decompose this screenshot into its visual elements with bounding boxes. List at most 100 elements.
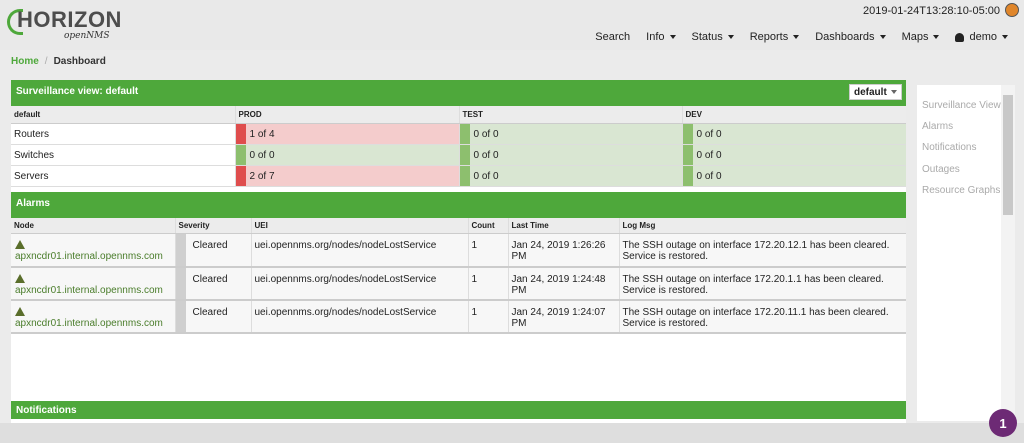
alarm-row[interactable]: apxncdr01.internal.opennms.com Cleared u… bbox=[11, 266, 906, 301]
sidebar-item-resource-graphs[interactable]: Resource Graphs bbox=[922, 185, 1000, 196]
sidebar-item-outages[interactable]: Outages bbox=[922, 164, 960, 175]
breadcrumb-separator: / bbox=[44, 56, 48, 67]
sidebar-scroll-thumb[interactable] bbox=[1003, 95, 1013, 215]
status-bar bbox=[682, 145, 693, 165]
alarm-node-link[interactable]: apxncdr01.internal.opennms.com bbox=[15, 251, 163, 262]
nav-search[interactable]: Search bbox=[587, 31, 638, 43]
surveillance-panel-header: Surveillance view: default default bbox=[11, 80, 906, 106]
status-bar bbox=[459, 145, 470, 165]
alarm-last-time: Jan 24, 2019 1:24:07 PM bbox=[508, 299, 620, 334]
sv-cell[interactable]: 1 of 4 bbox=[235, 123, 460, 145]
alarm-count: 1 bbox=[468, 266, 509, 301]
sv-row-label: Switches bbox=[11, 144, 236, 166]
caret-down-icon bbox=[879, 35, 886, 39]
sv-col-header: default bbox=[11, 106, 236, 124]
nav-reports[interactable]: Reports bbox=[742, 31, 808, 43]
alarms-col-header[interactable]: UEI bbox=[251, 218, 469, 234]
breadcrumb-home[interactable]: Home bbox=[11, 56, 39, 67]
alarm-node-cell[interactable]: apxncdr01.internal.opennms.com bbox=[11, 299, 176, 334]
sv-cell[interactable]: 0 of 0 bbox=[459, 165, 683, 187]
alarm-node-cell[interactable]: apxncdr01.internal.opennms.com bbox=[11, 266, 176, 301]
sv-row-label: Routers bbox=[11, 123, 236, 145]
alarms-col-header[interactable]: Log Msg bbox=[619, 218, 906, 234]
alarms-col-header[interactable]: Last Time bbox=[508, 218, 620, 234]
alarm-count: 1 bbox=[468, 233, 509, 268]
alarm-last-time: Jan 24, 2019 1:24:48 PM bbox=[508, 266, 620, 301]
nav-user[interactable]: demo bbox=[947, 31, 1016, 43]
alarm-row[interactable]: apxncdr01.internal.opennms.com Cleared u… bbox=[11, 299, 906, 334]
severity-strip bbox=[175, 234, 186, 266]
sidebar-scrollbar[interactable] bbox=[1001, 85, 1015, 421]
sv-cell[interactable]: 0 of 0 bbox=[235, 144, 460, 166]
nav-status[interactable]: Status bbox=[684, 31, 742, 43]
sv-cell-text: 0 of 0 bbox=[249, 149, 275, 161]
horizon-logo[interactable]: HORIZON openNMS bbox=[7, 7, 121, 43]
sv-cell-text: 0 of 0 bbox=[473, 128, 499, 140]
surveillance-title: Surveillance view: default bbox=[16, 86, 139, 97]
sv-row: Switches 0 of 0 0 of 0 0 of 0 bbox=[11, 144, 906, 166]
alarms-panel-header: Alarms bbox=[11, 192, 906, 218]
warning-icon bbox=[15, 273, 25, 283]
alarm-uei: uei.opennms.org/nodes/nodeLostService bbox=[251, 299, 469, 334]
alarm-count: 1 bbox=[468, 299, 509, 334]
sv-cell[interactable]: 2 of 7 bbox=[235, 165, 460, 187]
caret-down-icon bbox=[1002, 35, 1008, 39]
alarm-last-time: Jan 24, 2019 1:26:26 PM bbox=[508, 233, 620, 268]
nav-maps[interactable]: Maps bbox=[894, 31, 948, 43]
sv-row-label: Servers bbox=[11, 165, 236, 187]
sv-cell[interactable]: 0 of 0 bbox=[459, 123, 683, 145]
alarms-table: Node Severity UEI Count Last Time Log Ms… bbox=[11, 218, 906, 334]
status-bar bbox=[235, 166, 246, 186]
top-bar: HORIZON openNMS 2019-01-24T13:28:10-05:0… bbox=[0, 0, 1024, 50]
dashboard-content: Surveillance view: default default defau… bbox=[11, 80, 906, 423]
nav-info[interactable]: Info bbox=[638, 31, 683, 43]
alarm-severity-text: Cleared bbox=[192, 273, 228, 285]
nav-dashboards-label: Dashboards bbox=[815, 31, 875, 43]
logo-sub-text: openNMS bbox=[64, 31, 110, 41]
sv-col-header: TEST bbox=[459, 106, 683, 124]
nav-dashboards[interactable]: Dashboards bbox=[807, 31, 893, 43]
page-bottom-strip bbox=[0, 423, 1024, 443]
caret-down-icon bbox=[669, 35, 676, 39]
alarms-col-header[interactable]: Node bbox=[11, 218, 176, 234]
notification-count-badge[interactable]: 1 bbox=[989, 409, 1017, 437]
alarms-col-header[interactable]: Severity bbox=[175, 218, 252, 234]
status-bar bbox=[682, 124, 693, 144]
sv-col-header: DEV bbox=[682, 106, 906, 124]
severity-strip bbox=[175, 267, 186, 299]
alarm-severity-text: Cleared bbox=[192, 306, 228, 318]
alarm-node-link[interactable]: apxncdr01.internal.opennms.com bbox=[15, 285, 163, 296]
nav-reports-label: Reports bbox=[749, 31, 789, 43]
sv-cell-text: 1 of 4 bbox=[249, 128, 275, 140]
sv-cell[interactable]: 0 of 0 bbox=[682, 144, 906, 166]
sidebar-item-alarms[interactable]: Alarms bbox=[922, 121, 953, 132]
alarms-col-header[interactable]: Count bbox=[468, 218, 509, 234]
sidebar-item-surveillance-view[interactable]: Surveillance View bbox=[922, 100, 1001, 111]
alarm-log-msg: The SSH outage on interface 172.20.1.1 h… bbox=[619, 266, 906, 301]
sv-col-header: PROD bbox=[235, 106, 460, 124]
notifications-panel-header: Notifications bbox=[11, 401, 906, 419]
notification-alert-icon[interactable] bbox=[1005, 3, 1019, 17]
sv-cell[interactable]: 0 of 0 bbox=[682, 123, 906, 145]
warning-icon bbox=[15, 240, 25, 249]
dashlet-sidebar: Surveillance View Alarms Notifications O… bbox=[917, 85, 1015, 421]
nav-maps-label: Maps bbox=[901, 31, 929, 43]
nav-info-label: Info bbox=[646, 31, 665, 43]
sv-cell[interactable]: 0 of 0 bbox=[682, 165, 906, 187]
surveillance-table: default PROD TEST DEV Routers 1 of 4 0 o… bbox=[11, 106, 906, 187]
alarm-uei: uei.opennms.org/nodes/nodeLostService bbox=[251, 266, 469, 301]
sidebar-item-notifications[interactable]: Notifications bbox=[922, 142, 976, 153]
alarm-row[interactable]: apxncdr01.internal.opennms.com Cleared u… bbox=[11, 233, 906, 268]
breadcrumb: Home / Dashboard bbox=[11, 56, 106, 67]
sv-cell[interactable]: 0 of 0 bbox=[459, 144, 683, 166]
nav-status-label: Status bbox=[691, 31, 723, 43]
sv-cell-text: 2 of 7 bbox=[249, 170, 275, 182]
alarm-severity: Cleared bbox=[175, 299, 252, 334]
caret-down-icon bbox=[727, 35, 734, 39]
status-bar bbox=[235, 145, 246, 165]
alarm-node-cell[interactable]: apxncdr01.internal.opennms.com bbox=[11, 233, 176, 268]
breadcrumb-current: Dashboard bbox=[53, 56, 106, 67]
surveillance-view-select[interactable]: default bbox=[849, 84, 902, 100]
caret-down-icon bbox=[793, 35, 800, 39]
alarm-node-link[interactable]: apxncdr01.internal.opennms.com bbox=[15, 318, 163, 329]
